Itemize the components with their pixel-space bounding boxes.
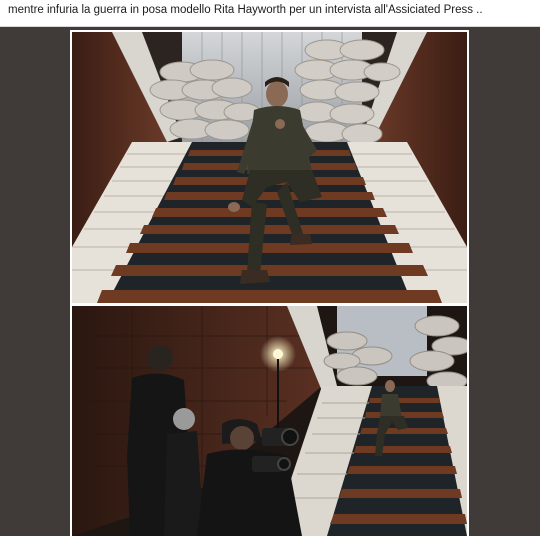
photo-bottom-photographers[interactable]	[72, 306, 467, 536]
post-caption: mentre infuria la guerra in posa modello…	[8, 4, 483, 16]
photo-collage[interactable]	[70, 30, 469, 536]
photo-top-image	[72, 32, 467, 303]
photo-bottom-image	[72, 306, 467, 536]
photo-top-seated-man[interactable]	[72, 32, 467, 303]
post-image-frame	[0, 26, 540, 536]
